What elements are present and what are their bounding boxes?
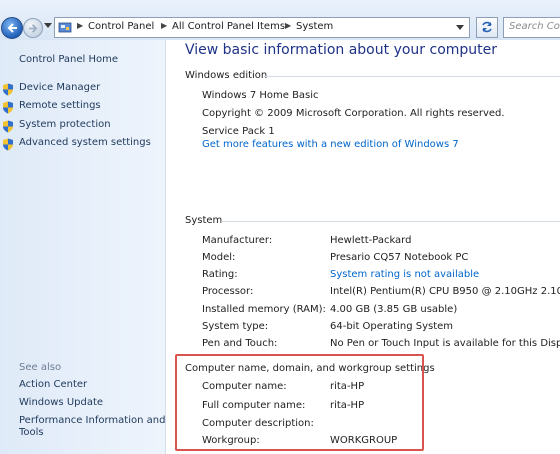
address-history-dropdown[interactable]: [453, 18, 467, 37]
shield-icon: [3, 101, 13, 114]
pen-touch-label: Pen and Touch:: [202, 338, 278, 349]
windows-update-link[interactable]: Windows Update: [19, 397, 103, 408]
control-panel-home-link[interactable]: Control Panel Home: [19, 54, 118, 65]
see-also-heading: See also: [19, 362, 62, 373]
search-input[interactable]: Search Con: [503, 17, 560, 38]
forward-arrow-icon: [28, 24, 38, 33]
page-title: View basic information about your comput…: [185, 42, 498, 58]
performance-information-link-tools[interactable]: Tools: [19, 427, 44, 438]
breadcrumb-all-items[interactable]: All Control Panel Items: [172, 21, 285, 32]
chevron-right-icon[interactable]: ▶: [285, 21, 291, 30]
control-panel-icon: [58, 22, 72, 33]
system-heading: System: [185, 215, 223, 226]
left-nav-pane: Control Panel Home Device Manager Remote…: [0, 40, 166, 454]
memory-value: 4.00 GB (3.85 GB usable): [330, 304, 458, 315]
upgrade-edition-link[interactable]: Get more features with a new edition of …: [202, 139, 459, 150]
refresh-button[interactable]: [476, 17, 498, 38]
refresh-icon: [482, 21, 492, 33]
manufacturer-label: Manufacturer:: [202, 235, 273, 246]
shield-icon: [3, 120, 13, 133]
model-value: Presario CQ57 Notebook PC: [330, 252, 469, 263]
address-bar[interactable]: ▶ Control Panel ▶ All Control Panel Item…: [54, 17, 470, 38]
rating-label: Rating:: [202, 269, 238, 280]
forward-button[interactable]: [23, 18, 43, 38]
system-protection-link[interactable]: System protection: [19, 119, 111, 130]
back-arrow-icon: [7, 23, 17, 33]
section-divider: [221, 221, 560, 222]
breadcrumb-control-panel[interactable]: Control Panel: [88, 21, 154, 32]
model-label: Model:: [202, 252, 236, 263]
chevron-right-icon[interactable]: ▶: [77, 21, 83, 30]
memory-label: Installed memory (RAM):: [202, 304, 326, 315]
shield-icon: [3, 138, 13, 151]
copyright-text: Copyright © 2009 Microsoft Corporation. …: [202, 108, 505, 119]
system-type-label: System type:: [202, 321, 269, 332]
action-center-link[interactable]: Action Center: [19, 379, 87, 390]
processor-label: Processor:: [202, 286, 254, 297]
system-type-value: 64-bit Operating System: [330, 321, 454, 332]
back-button[interactable]: [1, 17, 23, 39]
windows-edition-name: Windows 7 Home Basic: [202, 90, 319, 101]
highlight-box: [175, 354, 424, 451]
device-manager-link[interactable]: Device Manager: [19, 82, 100, 93]
shield-icon: [3, 83, 13, 96]
system-rating-link[interactable]: System rating is not available: [330, 269, 479, 280]
remote-settings-link[interactable]: Remote settings: [19, 100, 101, 111]
service-pack-text: Service Pack 1: [202, 126, 275, 137]
windows-edition-heading: Windows edition: [185, 70, 268, 81]
chevron-right-icon[interactable]: ▶: [161, 21, 167, 30]
section-divider: [264, 76, 560, 77]
performance-information-link[interactable]: Performance Information and: [19, 415, 165, 426]
advanced-system-settings-link[interactable]: Advanced system settings: [19, 137, 151, 148]
processor-value: Intel(R) Pentium(R) CPU B950 @ 2.10GHz 2…: [330, 286, 560, 297]
recent-pages-dropdown[interactable]: [44, 23, 52, 28]
manufacturer-value: Hewlett-Packard: [330, 235, 412, 246]
breadcrumb-system[interactable]: System: [296, 21, 333, 32]
pen-touch-value: No Pen or Touch Input is available for t…: [330, 338, 560, 349]
toolbar: ▶ Control Panel ▶ All Control Panel Item…: [0, 0, 560, 40]
